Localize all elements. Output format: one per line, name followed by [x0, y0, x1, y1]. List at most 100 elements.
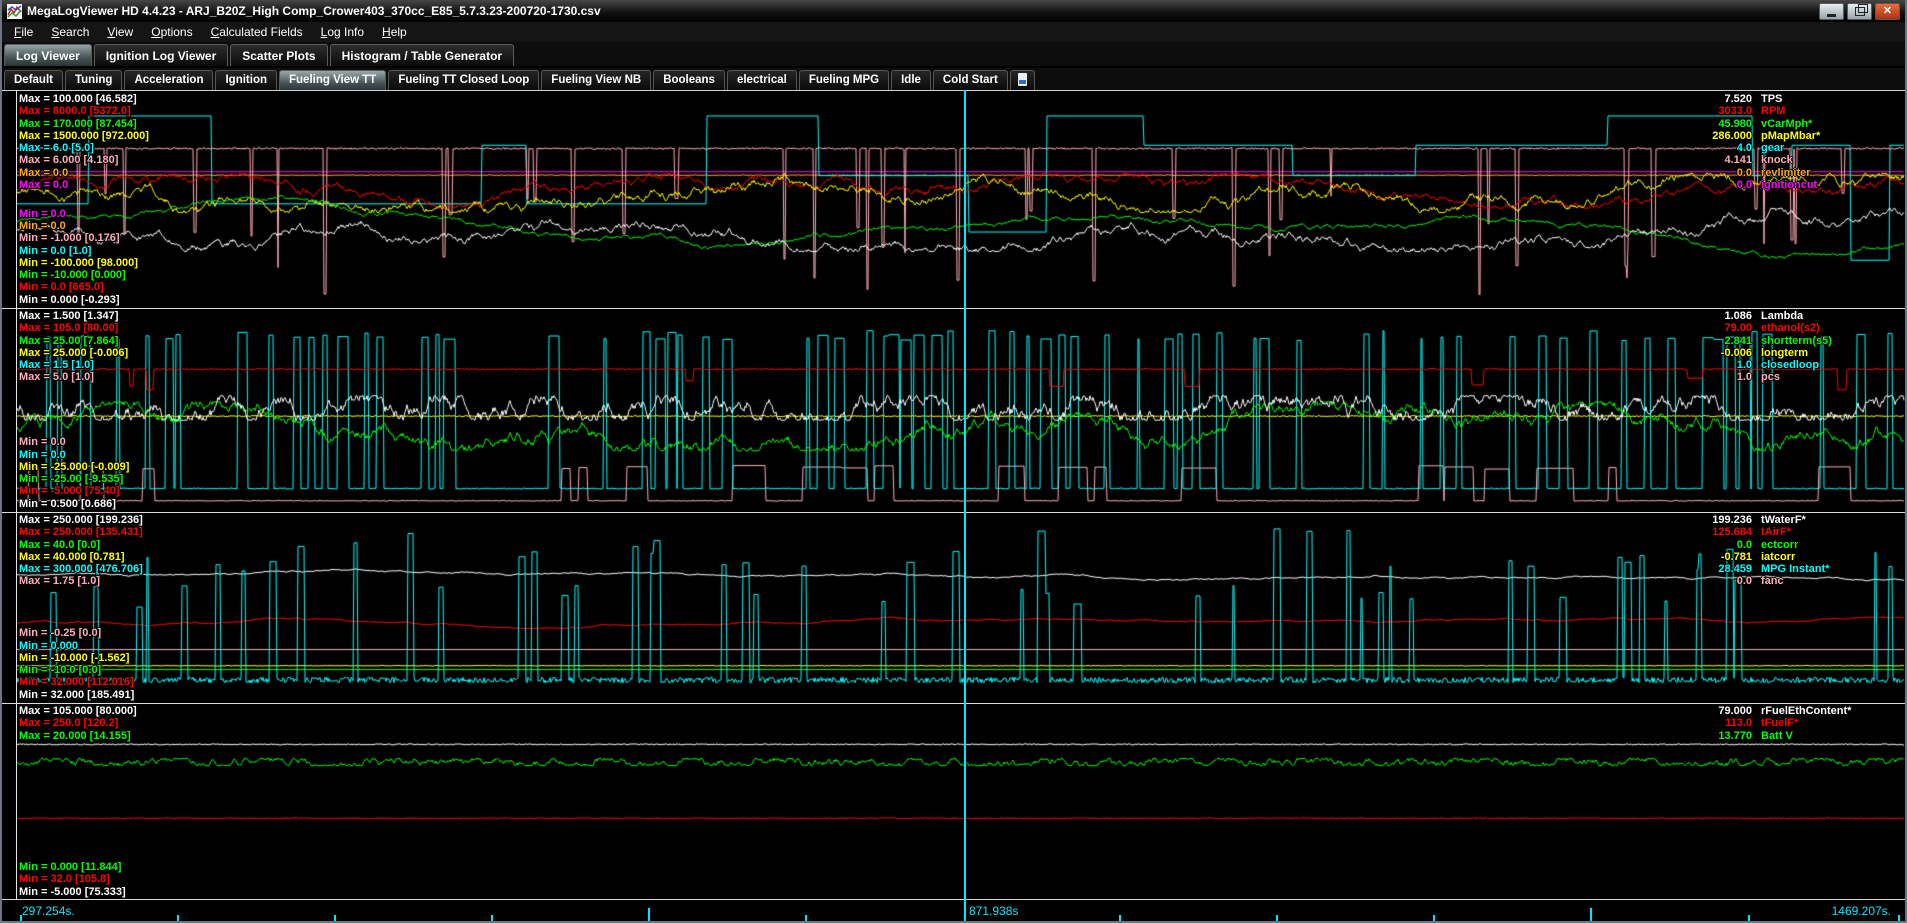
min-label: Min = -25.00 [-9.535]	[19, 473, 129, 485]
signal-value: 125.684	[1666, 526, 1752, 538]
min-label: Min = 32.000 [185.491]	[19, 689, 134, 701]
signal-panel-1-plot[interactable]	[17, 91, 1905, 308]
tab-ignition-log-viewer[interactable]: Ignition Log Viewer	[94, 44, 228, 66]
timeline[interactable]: 297.254s. 871.938s 1469.207s.	[2, 899, 1905, 922]
signal-name: shortterm(s5)	[1752, 335, 1901, 347]
timeline-tick	[805, 915, 807, 922]
signal-name: tWaterF*	[1752, 514, 1901, 526]
cursor-value-row: 4.0gear	[1666, 142, 1901, 154]
min-label: Min = 0.000 [-0.293]	[19, 294, 138, 306]
max-label: Max = 25.000 [-0.006]	[19, 347, 128, 359]
min-labels: Min = 0.0Min = 0.0Min = -1.000 [0.176]Mi…	[19, 208, 138, 306]
signal-panel-3-plot[interactable]	[17, 512, 1905, 703]
chart-left-axis-line	[16, 91, 17, 900]
panel-separator	[2, 703, 1905, 704]
min-label: Min = -10.000 [0.000]	[19, 269, 138, 281]
signal-value: 4.141	[1666, 154, 1752, 166]
tab-log-viewer[interactable]: Log Viewer	[4, 44, 92, 66]
max-label: Max = 250.000 [199.236]	[19, 514, 143, 526]
max-label: Max = 1.5 [1.0]	[19, 359, 128, 371]
cursor-value-row: 125.684tAirF*	[1666, 526, 1901, 538]
signal-name: vCarMph*	[1752, 118, 1901, 130]
timeline-cursor-label: 871.938s	[969, 904, 1018, 918]
menu-item-options[interactable]: Options	[142, 23, 201, 41]
menu-item-help[interactable]: Help	[373, 23, 416, 41]
max-label: Max = 105.0 [80.00]	[19, 322, 128, 334]
view-tab-fueling-view-tt[interactable]: Fueling View TT	[279, 70, 386, 90]
min-label: Min = -10.0 [0.0]	[19, 664, 134, 676]
menu-item-search[interactable]: Search	[42, 23, 98, 41]
signal-value: 7.520	[1666, 93, 1752, 105]
max-labels: Max = 1.500 [1.347]Max = 105.0 [80.00]Ma…	[19, 310, 128, 384]
signal-name: Batt V	[1752, 730, 1901, 742]
view-tab-ignition[interactable]: Ignition	[215, 70, 277, 90]
view-tab-cold-start[interactable]: Cold Start	[933, 70, 1008, 90]
timeline-tick	[648, 908, 650, 922]
min-label: Min = 0.0	[19, 436, 129, 448]
view-tab-booleans[interactable]: Booleans	[653, 70, 725, 90]
signal-value: 1.086	[1666, 310, 1752, 322]
min-label: Min = 32.000 [112.016]	[19, 676, 134, 688]
timeline-tick	[1433, 915, 1435, 922]
minimize-button[interactable]	[1819, 3, 1844, 20]
timeline-tick	[334, 915, 336, 922]
cursor-value-row: 286.000pMapMbar*	[1666, 130, 1901, 142]
min-labels: Min = -0.25 [0.0]Min = 0.000Min = -10.00…	[19, 627, 134, 701]
max-label: Max = 6.000 [4.180]	[19, 154, 149, 166]
cursor-values: 1.086Lambda79.00ethanol(s2)2.841shortter…	[1666, 310, 1901, 384]
view-tabs: DefaultTuningAccelerationIgnitionFueling…	[4, 68, 1905, 90]
max-labels: Max = 105.000 [80.000]Max = 250.0 [120.2…	[19, 705, 137, 742]
min-label: Min = 0.0 [665.0]	[19, 281, 138, 293]
view-tab-fueling-tt-closed-loop[interactable]: Fueling TT Closed Loop	[388, 70, 539, 90]
view-tab-idle[interactable]: Idle	[891, 70, 931, 90]
view-tab-fueling-mpg[interactable]: Fueling MPG	[799, 70, 889, 90]
menu-item-calculated-fields[interactable]: Calculated Fields	[202, 23, 312, 41]
min-label: Min = -5.000 [75.333]	[19, 886, 126, 898]
cursor-value-row: 0.0ectcorr	[1666, 539, 1901, 551]
timeline-tick	[1276, 915, 1278, 922]
max-label: Max = 20.000 [14.155]	[19, 730, 137, 742]
close-button[interactable]: ✕	[1875, 3, 1900, 20]
min-labels: Min = 0.000 [11.844]Min = 32.0 [105.8]Mi…	[19, 861, 126, 898]
cursor-line[interactable]	[964, 90, 966, 921]
cursor-value-row: -0.006longterm	[1666, 347, 1901, 359]
tab-scatter-plots[interactable]: Scatter Plots	[230, 44, 327, 66]
view-tab-tuning[interactable]: Tuning	[65, 70, 122, 90]
menu-item-file[interactable]: File	[5, 23, 42, 41]
signal-panel-2-plot[interactable]	[17, 308, 1905, 512]
signal-value: 1.0	[1666, 359, 1752, 371]
main-tabs: Log ViewerIgnition Log ViewerScatter Plo…	[4, 42, 1905, 66]
restore-button[interactable]	[1847, 3, 1872, 20]
signal-value: 0.0	[1666, 575, 1752, 587]
timeline-tick	[20, 915, 22, 922]
view-tab-acceleration[interactable]: Acceleration	[124, 70, 213, 90]
menu-item-view[interactable]: View	[98, 23, 142, 41]
timeline-end-label: 1469.207s.	[1832, 904, 1891, 918]
save-view-icon	[1018, 73, 1027, 86]
min-label: Min = 0.0	[19, 220, 138, 232]
signal-panel-2: Max = 1.500 [1.347]Max = 105.0 [80.00]Ma…	[2, 308, 1905, 512]
save-view-tab[interactable]	[1010, 70, 1035, 90]
title-bar: MegaLogViewer HD 4.4.23 - ARJ_B20Z_High …	[2, 0, 1905, 22]
cursor-value-row: 45.980vCarMph*	[1666, 118, 1901, 130]
signal-panel-1: Max = 100.000 [46.582]Max = 8000.0 [5372…	[2, 91, 1905, 308]
view-tab-fueling-view-nb[interactable]: Fueling View NB	[541, 70, 651, 90]
signal-value: -0.781	[1666, 551, 1752, 563]
cursor-value-row: 113.0tFuelF*	[1666, 717, 1901, 729]
min-label: Min = -5.000 [75.40]	[19, 485, 129, 497]
signal-panel-4-plot[interactable]	[17, 703, 1905, 900]
chart-area[interactable]: Max = 100.000 [46.582]Max = 8000.0 [5372…	[2, 90, 1905, 900]
signal-name: TPS	[1752, 93, 1901, 105]
min-label: Min = -25.000 [-0.009]	[19, 461, 129, 473]
signal-name: rFuelEthContent*	[1752, 705, 1901, 717]
signal-panel-3: Max = 250.000 [199.236]Max = 250.000 [13…	[2, 512, 1905, 703]
cursor-value-row: 0.0revlimiter	[1666, 167, 1901, 179]
signal-value: 286.000	[1666, 130, 1752, 142]
timeline-start-label: 297.254s.	[22, 904, 75, 918]
signal-panel-4: Max = 105.000 [80.000]Max = 250.0 [120.2…	[2, 703, 1905, 900]
min-labels: Min = 0.0Min = 0.0Min = -25.000 [-0.009]…	[19, 436, 129, 510]
view-tab-default[interactable]: Default	[4, 70, 63, 90]
view-tab-electrical[interactable]: electrical	[727, 70, 797, 90]
tab-histogram-table-generator[interactable]: Histogram / Table Generator	[330, 44, 514, 66]
menu-item-log-info[interactable]: Log Info	[312, 23, 373, 41]
